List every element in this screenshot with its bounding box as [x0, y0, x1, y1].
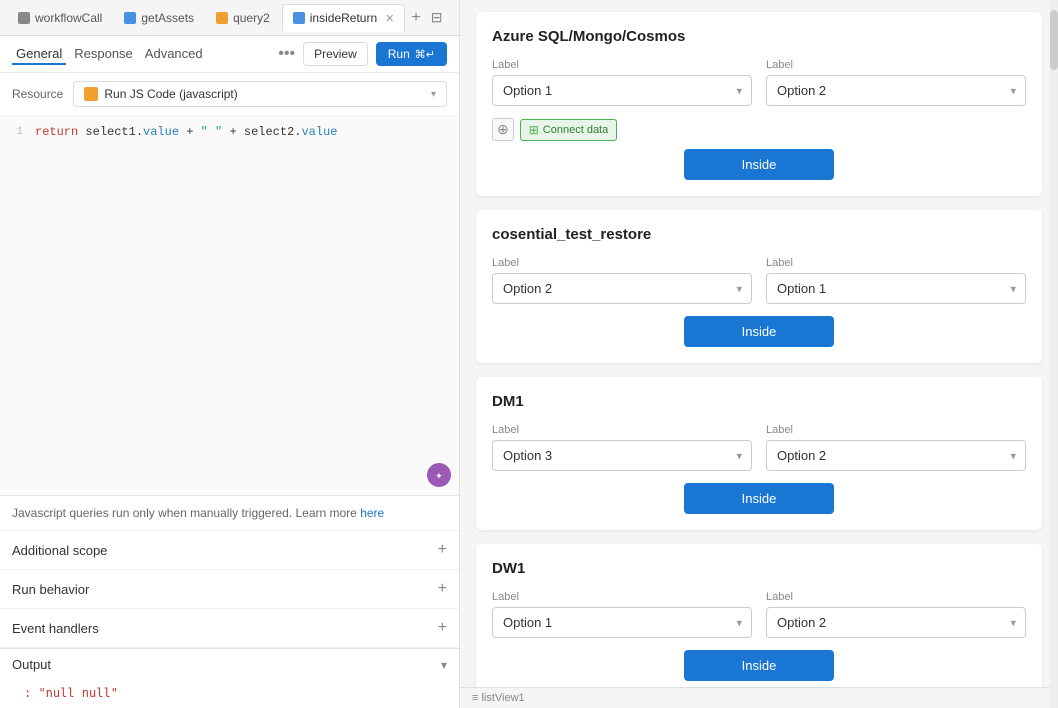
- dw1-left-select[interactable]: Option 1 Option 2 Option 3: [492, 607, 752, 638]
- cosential-right-select[interactable]: Option 1 Option 2 Option 3: [766, 273, 1026, 304]
- dw1-left-group: Label Option 1 Option 2 Option 3: [492, 591, 752, 638]
- dm1-form-row: Label Option 1 Option 2 Option 3 Label O…: [492, 424, 1026, 471]
- inside-icon: [293, 12, 305, 24]
- cosential-right-group: Label Option 1 Option 2 Option 3: [766, 257, 1026, 304]
- dm1-right-select[interactable]: Option 1 Option 2 Option 3: [766, 440, 1026, 471]
- azure-inside-button[interactable]: Inside: [684, 149, 834, 180]
- output-section: Output ▾ : "null null": [0, 648, 459, 708]
- workflow-icon: [18, 12, 30, 24]
- toolbar-tabs: General Response Advanced: [12, 44, 270, 65]
- dw1-right-select-wrapper: Option 1 Option 2 Option 3: [766, 607, 1026, 638]
- dw1-right-group: Label Option 1 Option 2 Option 3: [766, 591, 1026, 638]
- preview-button[interactable]: Preview: [303, 42, 368, 66]
- connect-icon: ⊞: [529, 123, 539, 137]
- sections-container: Azure SQL/Mongo/Cosmos Label Option 1 Op…: [460, 0, 1058, 687]
- expand-icon: +: [438, 619, 447, 637]
- resource-select[interactable]: Run JS Code (javascript) ▾: [73, 81, 447, 107]
- output-chevron-icon: ▾: [441, 658, 447, 672]
- resource-row: Resource Run JS Code (javascript) ▾: [0, 73, 459, 116]
- dm1-left-select-wrapper: Option 1 Option 2 Option 3: [492, 440, 752, 471]
- dm1-right-select-wrapper: Option 1 Option 2 Option 3: [766, 440, 1026, 471]
- azure-left-group: Label Option 1 Option 2 Option 3: [492, 59, 752, 106]
- ai-assist-icon[interactable]: ✦: [427, 463, 451, 487]
- tab-insidereturn[interactable]: insideReturn ✕: [282, 4, 406, 32]
- cosential-form-row: Label Option 1 Option 2 Option 3 Label O…: [492, 257, 1026, 304]
- cosential-left-select[interactable]: Option 1 Option 2 Option 3: [492, 273, 752, 304]
- query-icon: [216, 12, 228, 24]
- section-dm1: DM1 Label Option 1 Option 2 Option 3 Lab…: [476, 377, 1042, 530]
- accordion-event-handlers[interactable]: Event handlers +: [0, 609, 459, 648]
- add-tab-button[interactable]: +: [407, 9, 424, 27]
- dw1-form-row: Label Option 1 Option 2 Option 3 Label O…: [492, 591, 1026, 638]
- tab-query2[interactable]: query2: [206, 4, 280, 32]
- scrollbar-track[interactable]: [1050, 0, 1058, 708]
- azure-right-select[interactable]: Option 1 Option 2 Option 3: [766, 75, 1026, 106]
- get-icon: [124, 12, 136, 24]
- minimize-button[interactable]: ⊟: [427, 9, 447, 26]
- cosential-inside-button[interactable]: Inside: [684, 316, 834, 347]
- move-handle[interactable]: ⊕: [492, 118, 514, 141]
- azure-right-select-wrapper: Option 1 Option 2 Option 3: [766, 75, 1026, 106]
- azure-label-row: ⊕ ⊞ Connect data: [492, 118, 1026, 141]
- output-body: : "null null": [0, 680, 459, 708]
- tab-general[interactable]: General: [12, 44, 66, 65]
- run-button[interactable]: Run ⌘↵: [376, 42, 447, 66]
- azure-left-select[interactable]: Option 1 Option 2 Option 3: [492, 75, 752, 106]
- js-icon: [84, 87, 98, 101]
- azure-left-select-wrapper: Option 1 Option 2 Option 3: [492, 75, 752, 106]
- tab-response[interactable]: Response: [70, 44, 137, 65]
- bottom-status: ≡ listView1: [460, 687, 1058, 708]
- dm1-right-group: Label Option 1 Option 2 Option 3: [766, 424, 1026, 471]
- scrollbar-thumb[interactable]: [1050, 10, 1058, 70]
- right-panel: Azure SQL/Mongo/Cosmos Label Option 1 Op…: [460, 0, 1058, 708]
- cosential-left-select-wrapper: Option 1 Option 2 Option 3: [492, 273, 752, 304]
- accordion-additional-scope[interactable]: Additional scope +: [0, 531, 459, 570]
- output-toggle[interactable]: Output ▾: [0, 649, 459, 680]
- connect-data-button[interactable]: ⊞ Connect data: [520, 119, 618, 141]
- expand-icon: +: [438, 541, 447, 559]
- dw1-inside-button[interactable]: Inside: [684, 650, 834, 681]
- toolbar-actions: ••• Preview Run ⌘↵: [278, 42, 447, 66]
- section-cosential: cosential_test_restore Label Option 1 Op…: [476, 210, 1042, 363]
- tab-getassets[interactable]: getAssets: [114, 4, 204, 32]
- azure-form-row: Label Option 1 Option 2 Option 3 Label O…: [492, 59, 1026, 106]
- dm1-left-group: Label Option 1 Option 2 Option 3: [492, 424, 752, 471]
- left-panel: workflowCall getAssets query2 insideRetu…: [0, 0, 460, 708]
- dw1-left-select-wrapper: Option 1 Option 2 Option 3: [492, 607, 752, 638]
- code-editor[interactable]: 1 return select1.value + " " + select2.v…: [0, 116, 459, 496]
- learn-more-link[interactable]: here: [360, 506, 384, 520]
- dw1-right-select[interactable]: Option 1 Option 2 Option 3: [766, 607, 1026, 638]
- azure-right-group: Label Option 1 Option 2 Option 3: [766, 59, 1026, 106]
- resource-chevron-icon: ▾: [431, 89, 436, 100]
- tab-workflowcall[interactable]: workflowCall: [8, 4, 112, 32]
- tab-close-icon[interactable]: ✕: [385, 12, 394, 25]
- dm1-inside-button[interactable]: Inside: [684, 483, 834, 514]
- run-icon: ⌘↵: [415, 48, 435, 61]
- dm1-left-select[interactable]: Option 1 Option 2 Option 3: [492, 440, 752, 471]
- more-options-button[interactable]: •••: [278, 45, 295, 63]
- info-text: Javascript queries run only when manuall…: [0, 496, 459, 531]
- section-dw1: DW1 Label Option 1 Option 2 Option 3 Lab…: [476, 544, 1042, 687]
- tab-bar: workflowCall getAssets query2 insideRetu…: [0, 0, 459, 36]
- section-azure: Azure SQL/Mongo/Cosmos Label Option 1 Op…: [476, 12, 1042, 196]
- accordion-run-behavior[interactable]: Run behavior +: [0, 570, 459, 609]
- cosential-left-group: Label Option 1 Option 2 Option 3: [492, 257, 752, 304]
- toolbar: General Response Advanced ••• Preview Ru…: [0, 36, 459, 73]
- expand-icon: +: [438, 580, 447, 598]
- tab-advanced[interactable]: Advanced: [141, 44, 207, 65]
- code-line-1: 1 return select1.value + " " + select2.v…: [0, 124, 459, 140]
- cosential-right-select-wrapper: Option 1 Option 2 Option 3: [766, 273, 1026, 304]
